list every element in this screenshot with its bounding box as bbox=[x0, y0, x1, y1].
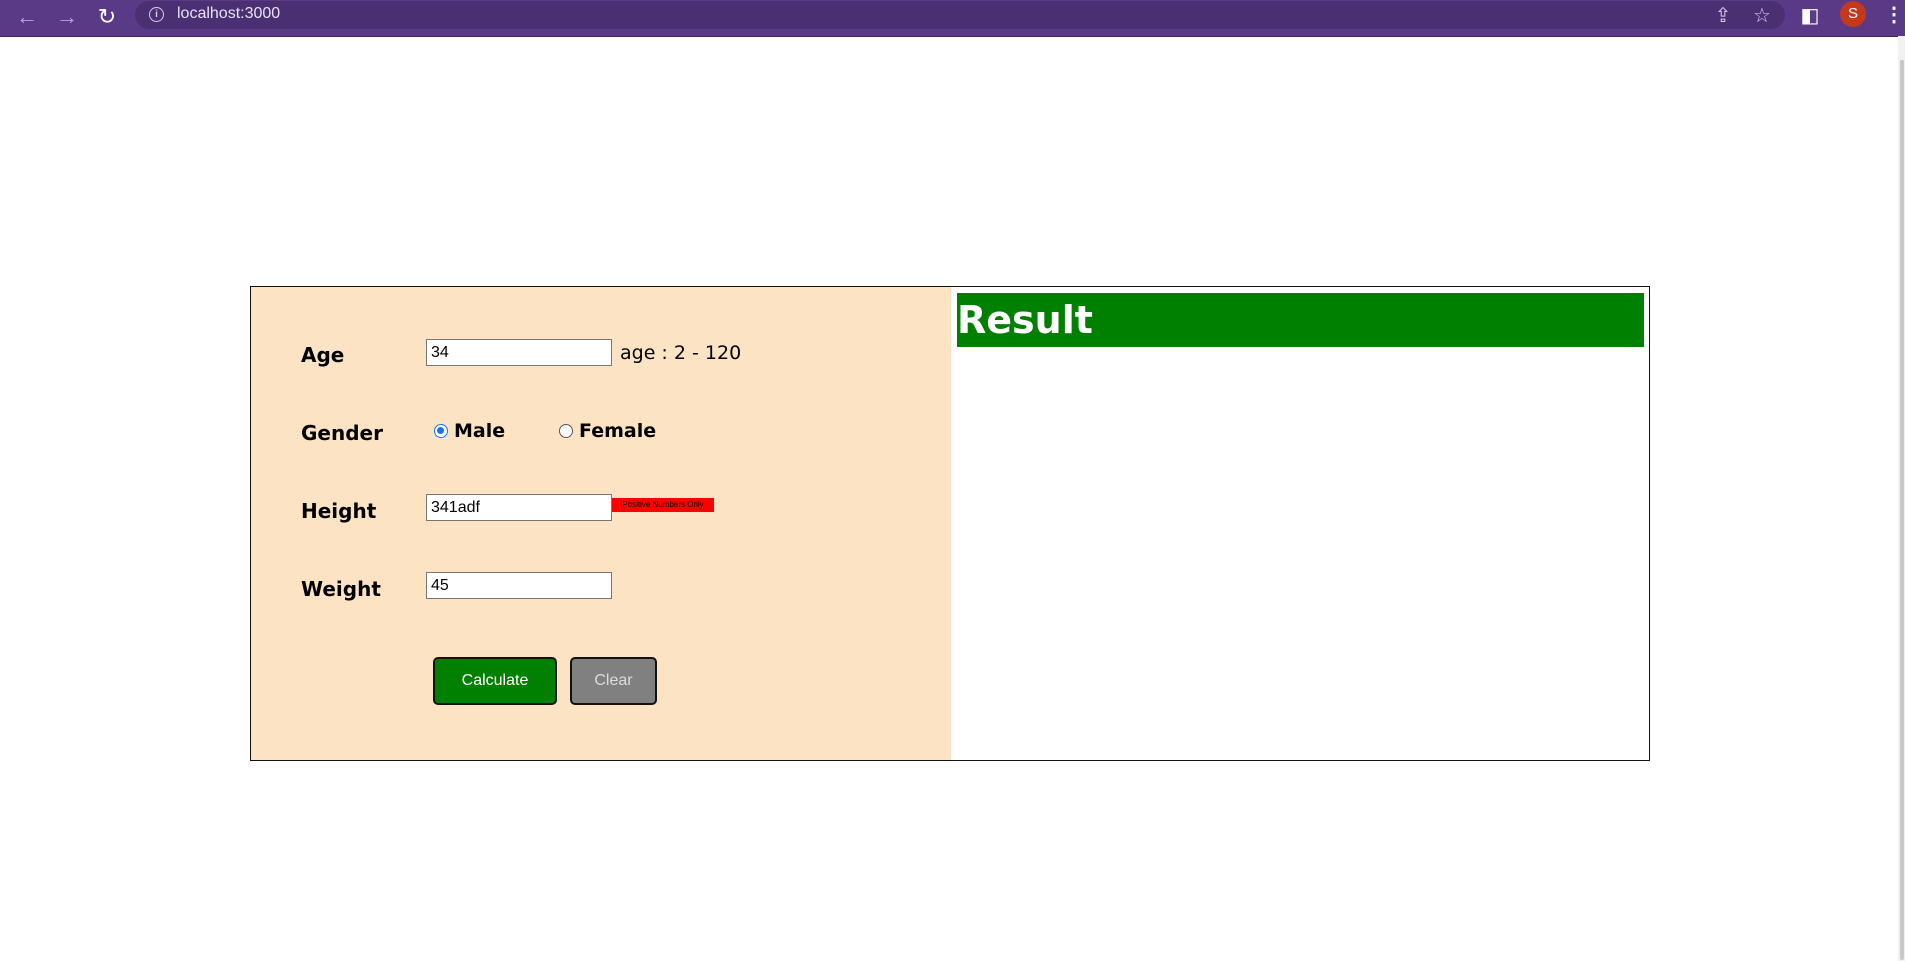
kebab-icon[interactable]: ⋮ bbox=[1884, 2, 1904, 28]
calculate-button[interactable]: Calculate bbox=[433, 657, 557, 705]
age-label: Age bbox=[301, 343, 345, 367]
gender-label: Gender bbox=[301, 421, 383, 445]
height-label: Height bbox=[301, 499, 377, 523]
arrow-right-icon: → bbox=[56, 4, 78, 29]
side-panel-icon[interactable]: ◧ bbox=[1797, 3, 1823, 29]
male-radio[interactable] bbox=[434, 424, 448, 438]
height-error-badge: Positive Numbers Only bbox=[612, 498, 714, 512]
avatar[interactable]: S bbox=[1840, 1, 1866, 27]
female-radio[interactable] bbox=[559, 424, 573, 438]
back-button[interactable]: ← bbox=[12, 2, 42, 32]
browser-toolbar: ← → ↻ i localhost:3000 ⇪ ☆ ◧ S ⋮ bbox=[0, 0, 1905, 36]
share-icon[interactable]: ⇪ bbox=[1710, 3, 1736, 29]
male-radio-label[interactable]: Male bbox=[454, 420, 505, 442]
height-input[interactable] bbox=[426, 494, 612, 521]
age-input[interactable] bbox=[426, 339, 612, 366]
clear-button[interactable]: Clear bbox=[570, 657, 657, 705]
scrollbar-thumb[interactable] bbox=[1900, 60, 1904, 960]
forward-button[interactable]: → bbox=[52, 2, 82, 32]
calculator-container: Age age : 2 - 120 Gender Male Female Hei… bbox=[250, 286, 1650, 761]
weight-input[interactable] bbox=[426, 572, 612, 599]
age-hint: age : 2 - 120 bbox=[620, 342, 742, 364]
female-radio-label[interactable]: Female bbox=[579, 420, 656, 442]
reload-button[interactable]: ↻ bbox=[92, 2, 122, 32]
url-text[interactable]: localhost:3000 bbox=[177, 5, 280, 23]
weight-label: Weight bbox=[301, 577, 381, 601]
arrow-left-icon: ← bbox=[16, 4, 38, 29]
star-icon[interactable]: ☆ bbox=[1749, 3, 1775, 29]
reload-icon: ↻ bbox=[97, 4, 117, 29]
result-title: Result bbox=[957, 293, 1644, 347]
info-icon[interactable]: i bbox=[149, 7, 164, 22]
input-panel: Age age : 2 - 120 Gender Male Female Hei… bbox=[251, 287, 951, 760]
address-bar[interactable] bbox=[135, 1, 1785, 29]
